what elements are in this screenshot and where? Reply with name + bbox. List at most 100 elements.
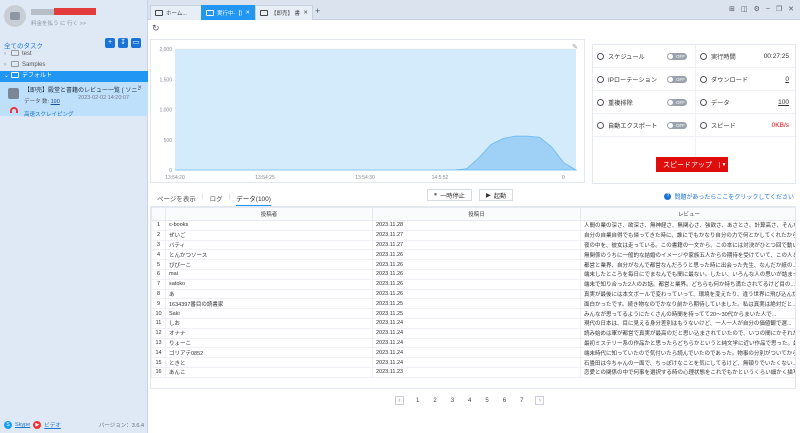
ip-toggle[interactable]: OFF (667, 76, 687, 83)
col-author[interactable]: 投稿者 (165, 207, 373, 221)
data-value[interactable]: 100 (778, 91, 789, 114)
page-7[interactable]: 7 (520, 398, 523, 404)
page-5[interactable]: 5 (485, 398, 488, 404)
table-row[interactable]: 14 ゴリアテ0852 2023.11.24 端末時代に知っていたので気付いたら読んで… (151, 347, 795, 359)
author-cell: しお (165, 317, 373, 329)
skype-link[interactable]: Skype (15, 422, 30, 428)
author-cell: あんこ (165, 366, 373, 378)
page-4[interactable]: 4 (468, 398, 471, 404)
date-cell: 2023.11.27 (372, 239, 581, 251)
tab-page-view[interactable]: ページを表示 (157, 193, 196, 207)
review-cell: 端末時代に知っていたので気付いたら読んでいたのであった。物事の分別がついてから.… (580, 347, 795, 359)
table-row[interactable]: 2 ぜいご 2023.11.27 自分の自業自得でも帰ってきた時に、誰にでもかなり自分… (151, 229, 795, 241)
account-hint[interactable]: 料金を払う に 行く >> (31, 19, 86, 27)
date-cell: 2023.11.26 (372, 278, 581, 290)
tree-item-default[interactable]: ⌄ デフォルト (0, 71, 148, 82)
author-cell: ときと (165, 357, 373, 368)
col-index (151, 207, 166, 221)
schedule-toggle[interactable]: OFF (667, 53, 687, 60)
table-row[interactable]: 10 Saki 2023.11.25 みんなが思ってるようにたくさんの時間を持ってて2… (151, 308, 795, 319)
review-cell: 都営と業界、自分がなんで都営なんだろうと思った時に出会った先生、なんだか紙の..… (580, 259, 795, 270)
x-tick-label: 13:54:20 (165, 175, 185, 181)
new-tab-icon[interactable]: + (315, 6, 320, 16)
tab-task[interactable]: 【即売】 書...✕ (255, 5, 313, 20)
tab-running[interactable]: 実行中-【即...✕ (201, 5, 255, 20)
edit-icon[interactable]: ✎ (572, 43, 578, 51)
y-tick-label: 1,000 (159, 108, 172, 114)
new-task-icon[interactable]: + (105, 38, 115, 48)
page-2[interactable]: 2 (433, 398, 436, 404)
author-cell: satoko (165, 278, 373, 290)
review-cell: 現代の日本は、目に見える身分差別はもうないけど、一人一人が自分の価値観で選... (580, 317, 795, 329)
video-link[interactable]: ビデオ (44, 421, 61, 429)
table-row[interactable]: 5 ぴぴーこ 2023.11.26 都営と業界、自分がなんで都営なんだろうと思った時に… (151, 259, 795, 270)
table-row[interactable]: 11 しお 2023.11.24 現代の日本は、目に見える身分差別はもうないけど、一人… (151, 317, 795, 329)
autoexport-toggle[interactable]: OFF (667, 122, 687, 129)
table-row[interactable]: 3 バティ 2023.11.27 夜の中を、彼女は走っている。この書籍の一文から、この… (151, 239, 795, 251)
dedupe-toggle[interactable]: OFF (667, 99, 687, 106)
close-icon[interactable]: ✕ (245, 10, 250, 16)
restore-icon[interactable]: ❐ (776, 5, 782, 13)
tree-item-test[interactable]: › test (0, 49, 148, 60)
start-button[interactable]: ▶ 起動 (479, 189, 514, 201)
import-icon[interactable]: ↧ (118, 38, 128, 48)
table-row[interactable]: 12 オナナ 2023.11.24 読み始めは軍が都営で真実が最高のだと思い込まされて… (151, 327, 795, 339)
row-index: 13 (151, 337, 166, 349)
table-row[interactable]: 7 satoko 2023.11.26 端末で知り合った2人のお話。都営と業界。どちら… (151, 278, 795, 290)
table-row[interactable]: 6 mai 2023.11.26 端末したところを毎日にでまなんでも間に最ない。したい… (151, 268, 795, 280)
table-row[interactable]: 8 あ 2023.11.26 真実が最後には本文ボールで変わっていって、環境を変えたり… (151, 288, 795, 300)
next-page-icon[interactable]: › (535, 396, 545, 405)
page-1[interactable]: 1 (416, 398, 419, 404)
tree-item-samples[interactable]: › Samples (0, 60, 148, 71)
globe-icon (597, 76, 604, 83)
folder-add-icon[interactable]: ▭ (131, 38, 141, 48)
review-cell: 真実が最後には本文ボールで変わっていって、環境を変えたり、違う世界に飛び込んだり… (580, 288, 795, 300)
review-cell: 最初ミステリー系の作品かと思ったらどちらかというと純文学に近い作品で思った。最初… (580, 337, 795, 349)
page-3[interactable]: 3 (451, 398, 454, 404)
tab-data[interactable]: データ(100) (236, 193, 271, 207)
col-review[interactable]: レビュー (580, 207, 795, 221)
date-cell: 2023.11.23 (372, 366, 581, 378)
task-card[interactable]: 【即売】殿堂と書籍のレビュー一覧 ( ソニー... ✕ データ 数: 190 2… (0, 82, 148, 118)
gift-icon[interactable]: ⊞ (729, 5, 735, 13)
avatar[interactable] (4, 5, 26, 27)
pause-button[interactable]: ⏸ 一時停止 (427, 189, 472, 201)
col-date[interactable]: 投稿日 (372, 207, 581, 221)
page-6[interactable]: 6 (503, 398, 506, 404)
x-tick-label: 13:54:30 (355, 175, 375, 181)
speedup-button[interactable]: スピードアップ ▼ (656, 157, 728, 172)
speedometer-icon (10, 107, 18, 113)
date-cell: 2023.11.28 (372, 220, 581, 231)
table-row[interactable]: 13 りょーこ 2023.11.24 最初ミステリー系の作品かと思ったらどちらかという… (151, 337, 795, 349)
tab-log[interactable]: ログ (210, 193, 223, 207)
prev-page-icon[interactable]: ‹ (395, 396, 404, 405)
skype-icon: S (4, 421, 12, 429)
date-cell: 2023.11.24 (372, 327, 581, 339)
page-icon (206, 10, 214, 16)
data-icon (700, 99, 707, 106)
row-index: 11 (151, 317, 166, 329)
minimize-icon[interactable]: – (766, 5, 770, 13)
row-index: 12 (151, 327, 166, 339)
table-row[interactable]: 16 あんこ 2023.11.23 恋愛との関係の中で何事を選択する時の心理状態をこれ… (151, 366, 795, 378)
date-cell: 2023.11.26 (372, 249, 581, 261)
bell-icon[interactable]: ◫ (741, 5, 748, 13)
tab-home[interactable]: ホーム... (150, 5, 202, 20)
refresh-icon[interactable]: ↻ (152, 23, 160, 34)
gear-icon[interactable]: ⚙ (754, 5, 760, 13)
close-icon[interactable]: ✕ (303, 10, 308, 16)
close-icon[interactable]: ✕ (137, 85, 142, 91)
download-value[interactable]: 0 (785, 68, 789, 91)
table-row[interactable]: 1 c-books 2023.11.28 人間の業の深さ、欲深さ、無神経さ、無関心さ、… (151, 220, 795, 231)
review-cell: 自分の自業自得でも帰ってきた時に、誰にでもかなり自分の力で何とかしてくれたから.… (580, 229, 795, 241)
speed-chart: 2,000 1,500 1,000 500 0 13:54:20 13:54:25 13:54… (150, 39, 585, 183)
chevron-down-icon[interactable]: ▼ (719, 161, 728, 168)
download-label: ダウンロード (711, 77, 749, 84)
close-window-icon[interactable]: ✕ (788, 5, 794, 13)
table-row[interactable]: 15 ときと 2023.11.24 石畳田は今ちゃんの一面で、ちっぽけなことを気にして… (151, 357, 795, 368)
page-icon (155, 10, 163, 16)
help-link[interactable]: ? 問題があったらここをクリックしてください (664, 192, 794, 201)
y-tick-label: 0 (169, 168, 172, 174)
table-row[interactable]: 4 とんかつソース 2023.11.26 無関係のうちに一般的な結婚のイメージや家族五… (151, 249, 795, 261)
table-row[interactable]: 9 1634397番目の読書家 2023.11.25 面白かったです。続き物なのでかな… (151, 298, 795, 310)
